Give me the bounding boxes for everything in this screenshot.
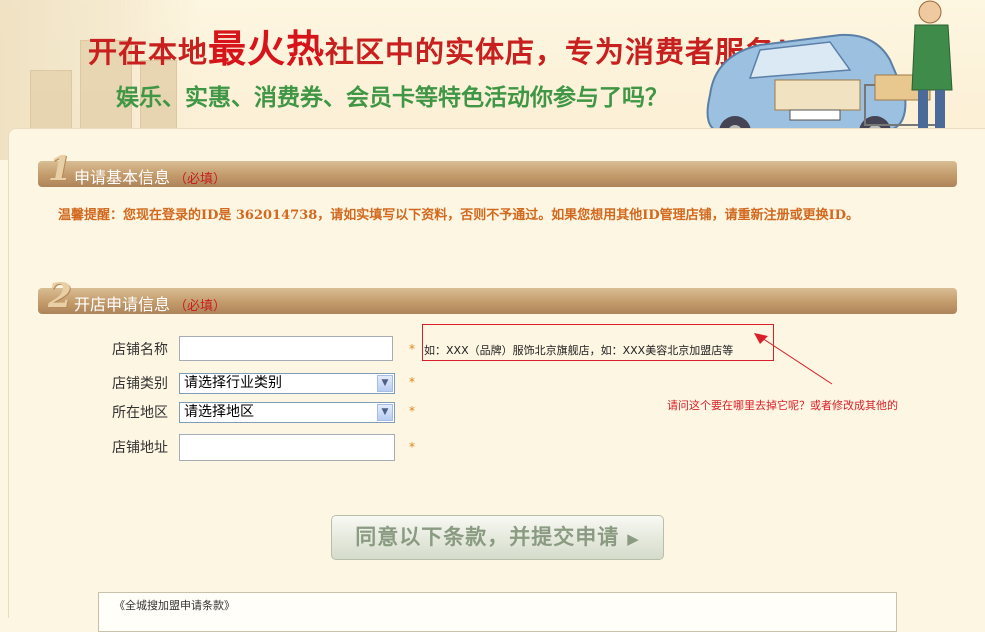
chevron-down-icon[interactable]: ▼ [377,375,393,392]
section-title: 开店申请信息 （必填） [74,295,227,314]
store-name-label: 店铺名称 [112,342,168,358]
terms-title: 《全城搜加盟申请条款》 [114,599,235,612]
store-address-label: 店铺地址 [112,440,168,456]
region-select[interactable]: 请选择地区 ▼ [179,402,395,423]
required-mark: * [409,404,415,418]
login-notice: 温馨提醒：您现在登录的ID是 362014738，请如实填写以下资料，否则不予通… [58,208,859,223]
chevron-down-icon[interactable]: ▼ [377,404,393,421]
banner-subline: 娱乐、实惠、消费券、会员卡等特色活动你参与了吗？ [116,85,668,111]
section-store-info-header: 2 开店申请信息 （必填） [38,276,957,316]
store-address-input[interactable] [179,434,395,461]
store-category-select[interactable]: 请选择行业类别 ▼ [179,373,395,394]
annotation-arrow [754,333,833,385]
required-mark: * [409,440,415,454]
annotation-text: 请问这个要在哪里去掉它呢？或者修改成其他的 [667,399,898,412]
section-title: 申请基本信息 （必填） [74,168,227,187]
section-number: 2 [48,276,72,316]
store-name-hint: 如：XXX（品牌）服饰北京旗舰店，如：XXX美容北京加盟店等 [424,344,734,357]
required-mark: * [409,375,415,389]
region-label: 所在地区 [112,405,168,421]
store-name-input[interactable] [179,336,393,361]
section-number: 1 [48,149,72,189]
section-basic-info-header: 1 申请基本信息 （必填） [38,149,957,189]
play-arrow-icon: ▶ [627,530,640,548]
required-mark: * [409,342,415,356]
store-category-label: 店铺类别 [112,376,168,392]
agree-submit-button[interactable]: 同意以下条款，并提交申请 ▶ [331,515,664,560]
